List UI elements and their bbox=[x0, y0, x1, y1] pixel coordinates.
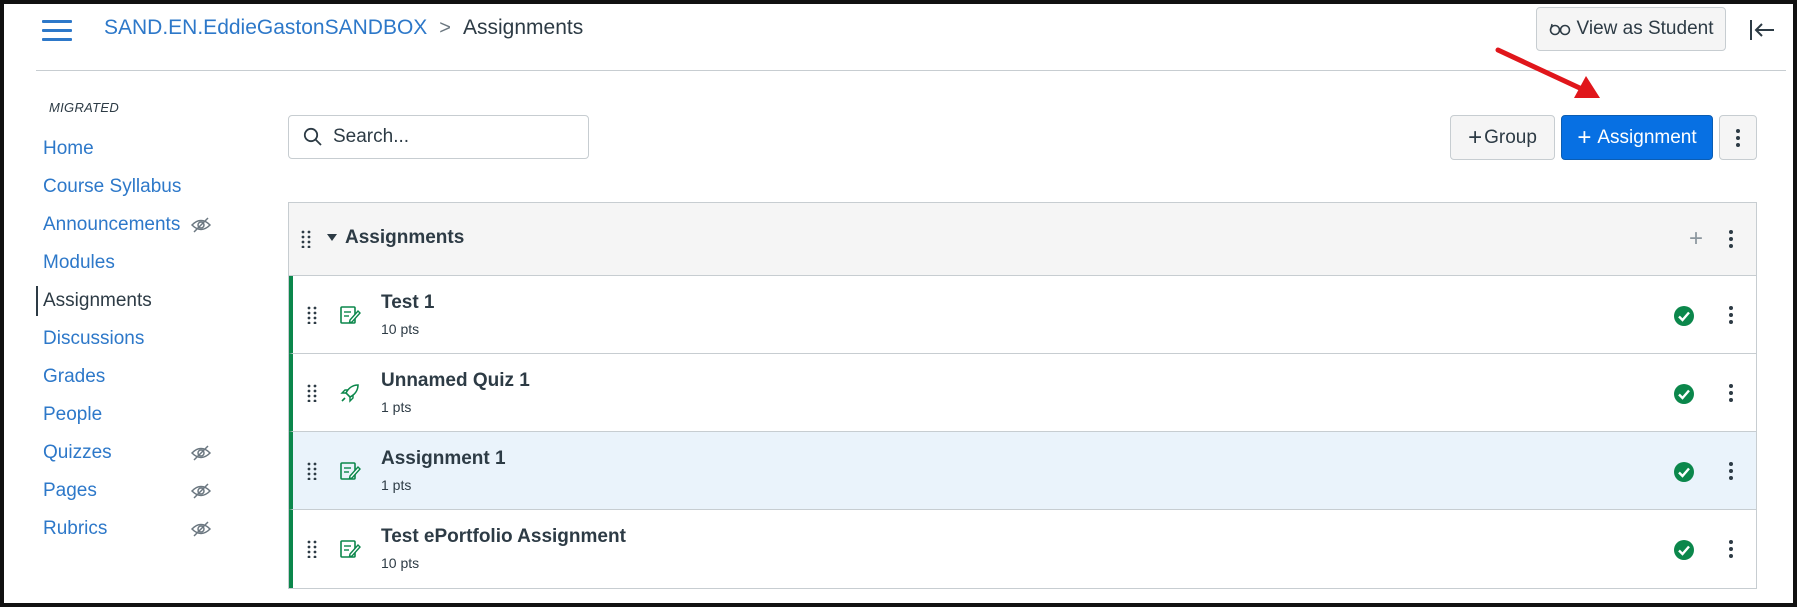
sidebar-item-assignments[interactable]: Assignments bbox=[36, 286, 226, 316]
breadcrumb-course-link[interactable]: SAND.EN.EddieGastonSANDBOX bbox=[104, 16, 427, 40]
add-group-label: Group bbox=[1484, 126, 1537, 148]
assignment-title[interactable]: Unnamed Quiz 1 bbox=[381, 370, 530, 392]
collapse-caret-icon[interactable] bbox=[327, 234, 337, 241]
assignment-icon bbox=[340, 306, 361, 324]
assignment-points: 10 pts bbox=[381, 555, 420, 571]
published-check-icon[interactable] bbox=[1673, 539, 1695, 561]
sidebar-item-label: Rubrics bbox=[43, 518, 108, 539]
collapse-panel-icon[interactable] bbox=[1748, 16, 1776, 44]
published-check-icon[interactable] bbox=[1673, 305, 1695, 327]
assignment-icon bbox=[340, 540, 361, 558]
sidebar-item-discussions[interactable]: Discussions bbox=[36, 324, 226, 354]
assignment-points: 1 pts bbox=[381, 399, 412, 415]
view-as-student-label: View as Student bbox=[1576, 18, 1714, 39]
assignment-points: 1 pts bbox=[381, 477, 412, 493]
hidden-eye-icon bbox=[191, 483, 211, 499]
assignment-row[interactable]: Unnamed Quiz 1 1 pts bbox=[289, 354, 1756, 432]
assignment-group: Assignments + Test 1 10 pts Unnamed Quiz 1… bbox=[288, 202, 1757, 589]
screenshot-frame: SAND.EN.EddieGastonSANDBOX > Assignments… bbox=[0, 0, 1797, 607]
sidebar-item-label: Quizzes bbox=[43, 442, 112, 463]
sidebar-item-pages[interactable]: Pages bbox=[36, 476, 226, 506]
sidebar-item-label: People bbox=[43, 404, 103, 425]
assignment-group-header[interactable]: Assignments + bbox=[289, 203, 1756, 276]
sidebar-section-label: MIGRATED bbox=[49, 100, 120, 115]
hidden-eye-icon bbox=[191, 217, 211, 233]
item-kebab-menu-icon[interactable] bbox=[1728, 539, 1734, 559]
drag-handle-icon[interactable] bbox=[307, 384, 317, 402]
assignment-title[interactable]: Assignment 1 bbox=[381, 448, 506, 470]
add-to-group-icon[interactable]: + bbox=[1689, 225, 1703, 253]
item-kebab-menu-icon[interactable] bbox=[1728, 305, 1734, 325]
item-kebab-menu-icon[interactable] bbox=[1728, 461, 1734, 481]
drag-handle-icon[interactable] bbox=[307, 540, 317, 558]
breadcrumb-separator: > bbox=[439, 16, 451, 39]
plus-icon: + bbox=[1468, 123, 1483, 151]
sidebar-item-announcements[interactable]: Announcements bbox=[36, 210, 226, 240]
assignment-row[interactable]: Test 1 10 pts bbox=[289, 276, 1756, 354]
add-assignment-button[interactable]: + Assignment bbox=[1561, 115, 1713, 160]
annotation-arrow-icon bbox=[1495, 47, 1600, 98]
sidebar-item-label: Announcements bbox=[43, 214, 181, 235]
sidebar-item-people[interactable]: People bbox=[36, 400, 226, 430]
assignment-points: 10 pts bbox=[381, 321, 420, 337]
sidebar-item-label: Assignments bbox=[43, 290, 152, 311]
item-kebab-menu-icon[interactable] bbox=[1728, 383, 1734, 403]
hamburger-menu-icon[interactable] bbox=[42, 20, 72, 42]
drag-handle-icon[interactable] bbox=[301, 230, 311, 248]
kebab-menu-icon bbox=[1736, 128, 1740, 147]
search-box[interactable] bbox=[288, 115, 589, 159]
add-assignment-label: Assignment bbox=[1597, 126, 1697, 148]
quiz-rocket-icon bbox=[340, 384, 359, 403]
sidebar-item-rubrics[interactable]: Rubrics bbox=[36, 514, 226, 544]
drag-handle-icon[interactable] bbox=[307, 306, 317, 324]
assignment-row[interactable]: Assignment 1 1 pts bbox=[289, 432, 1756, 510]
sidebar-item-label: Course Syllabus bbox=[43, 176, 182, 197]
settings-kebab-button[interactable] bbox=[1719, 115, 1757, 160]
sidebar-item-modules[interactable]: Modules bbox=[36, 248, 226, 278]
assignment-group-title: Assignments bbox=[345, 227, 465, 248]
glasses-icon bbox=[1549, 23, 1570, 36]
search-icon bbox=[303, 127, 322, 146]
breadcrumb-current-page: Assignments bbox=[462, 16, 584, 39]
sidebar-item-label: Home bbox=[43, 138, 94, 159]
sidebar-item-course-syllabus[interactable]: Course Syllabus bbox=[36, 172, 226, 202]
assignment-title[interactable]: Test ePortfolio Assignment bbox=[381, 526, 626, 548]
sidebar-item-quizzes[interactable]: Quizzes bbox=[36, 438, 226, 468]
breadcrumb: SAND.EN.EddieGastonSANDBOX > Assignments bbox=[104, 16, 583, 40]
drag-handle-icon[interactable] bbox=[307, 462, 317, 480]
sidebar-item-home[interactable]: Home bbox=[36, 134, 226, 164]
group-kebab-menu-icon[interactable] bbox=[1728, 229, 1734, 249]
sidebar-item-label: Modules bbox=[43, 252, 115, 273]
sidebar-item-label: Grades bbox=[43, 366, 106, 387]
add-group-button[interactable]: + Group bbox=[1450, 115, 1555, 160]
hidden-eye-icon bbox=[191, 521, 211, 537]
published-check-icon[interactable] bbox=[1673, 383, 1695, 405]
sidebar-item-label: Discussions bbox=[43, 328, 145, 349]
hidden-eye-icon bbox=[191, 445, 211, 461]
assignment-icon bbox=[340, 462, 361, 480]
published-check-icon[interactable] bbox=[1673, 461, 1695, 483]
assignment-row[interactable]: Test ePortfolio Assignment 10 pts bbox=[289, 510, 1756, 588]
sidebar-item-grades[interactable]: Grades bbox=[36, 362, 226, 392]
sidebar-item-label: Pages bbox=[43, 480, 97, 501]
assignment-title[interactable]: Test 1 bbox=[381, 292, 435, 314]
view-as-student-button[interactable]: View as Student bbox=[1536, 7, 1726, 51]
plus-icon: + bbox=[1577, 123, 1592, 151]
search-input[interactable] bbox=[333, 126, 563, 148]
